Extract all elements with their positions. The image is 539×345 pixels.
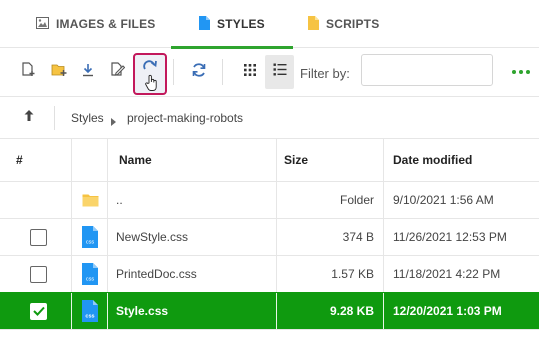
tab-label: SCRIPTS [326,17,380,31]
column-divider [71,139,72,181]
column-divider [107,293,108,329]
row-checkbox[interactable] [30,229,47,246]
toolbar: Filter by: [0,49,539,97]
table-bottom-border [0,329,539,330]
file-size: 9.28 KB [329,304,374,318]
tab-label: STYLES [217,17,265,31]
column-divider [383,139,384,181]
tab-label: IMAGES & FILES [56,17,156,31]
file-name: NewStyle.css [116,230,189,244]
edit-button[interactable] [103,55,133,89]
arrow-up-icon [23,109,35,127]
list-view-button[interactable] [265,55,294,89]
filter-input[interactable] [361,54,493,86]
image-icon [36,16,49,32]
column-divider [383,219,384,255]
column-divider [383,293,384,329]
file-name: .. [116,193,123,207]
redo-button[interactable] [133,53,167,95]
filter-label: Filter by: [300,66,350,81]
css-file-icon: css [73,256,107,292]
table-row[interactable]: .. Folder 9/10/2021 1:56 AM [0,181,539,218]
column-header-size[interactable]: Size [284,139,382,181]
breadcrumb: Styles project-making-robots [0,98,539,138]
checkmark-icon [32,303,45,321]
file-name: PrintedDoc.css [116,267,197,281]
list-view-icon [273,63,287,81]
dot [526,70,530,74]
new-folder-icon [51,63,67,82]
download-icon [81,63,95,82]
dot [519,70,523,74]
chevron-right-icon [111,113,116,131]
new-file-button[interactable] [14,55,44,89]
new-file-icon [22,62,36,82]
file-name: Style.css [116,304,169,318]
file-badge: css [86,240,95,246]
download-button[interactable] [73,55,103,89]
toolbar-separator [173,59,174,85]
row-checkbox-checked[interactable] [30,303,47,320]
column-divider [107,139,108,181]
folder-icon [73,182,107,218]
tab-scripts[interactable]: SCRIPTS [302,0,422,48]
table-row-selected[interactable]: css Style.css 9.28 KB 12/20/2021 1:03 PM [0,292,539,329]
breadcrumb-divider [54,106,55,130]
column-divider [107,182,108,218]
toolbar-separator [222,59,223,85]
css-file-icon: css [73,293,107,329]
more-options-button[interactable] [512,60,536,84]
hand-cursor-icon [145,74,159,97]
script-file-icon [308,15,319,33]
more-dots-icon [512,70,516,74]
file-date: 11/26/2021 12:53 PM [393,230,507,244]
grid-view-icon [243,63,257,82]
column-divider [383,182,384,218]
file-badge: css [86,277,95,283]
table-row[interactable]: css NewStyle.css 374 B 11/26/2021 12:53 … [0,218,539,255]
file-date: 11/18/2021 4:22 PM [393,267,501,281]
column-divider [383,256,384,292]
column-divider [71,182,72,218]
css-file-icon [199,15,210,33]
column-divider [107,256,108,292]
breadcrumb-item-styles[interactable]: Styles [71,111,104,125]
tab-images-files[interactable]: IMAGES & FILES [36,0,164,48]
refresh-button[interactable] [184,55,214,89]
new-folder-button[interactable] [44,55,74,89]
edit-icon [111,62,126,82]
column-divider [107,219,108,255]
file-date: 9/10/2021 1:56 AM [393,193,494,207]
tab-bar: IMAGES & FILES STYLES SCRIPTS [0,0,539,49]
file-size: Folder [339,193,374,207]
column-divider [71,256,72,292]
file-size: 1.57 KB [331,267,374,281]
row-checkbox[interactable] [30,266,47,283]
column-header-select: # [16,153,23,167]
column-divider [71,219,72,255]
grid-view-button[interactable] [235,55,265,89]
go-up-button[interactable] [16,106,42,130]
css-file-icon: css [73,219,107,255]
table-row[interactable]: css PrintedDoc.css 1.57 KB 11/18/2021 4:… [0,255,539,292]
tab-styles[interactable]: STYLES [171,0,293,49]
column-divider [276,139,277,181]
refresh-icon [191,62,207,83]
file-badge: css [85,314,94,320]
file-date: 12/20/2021 1:03 PM [393,304,502,318]
column-divider [71,293,72,329]
table-header: # Name Size Date modified [0,138,539,181]
breadcrumb-item-project[interactable]: project-making-robots [127,111,243,125]
column-header-name[interactable]: Name [119,139,279,181]
column-header-date[interactable]: Date modified [393,139,533,181]
file-size: 374 B [342,230,374,244]
